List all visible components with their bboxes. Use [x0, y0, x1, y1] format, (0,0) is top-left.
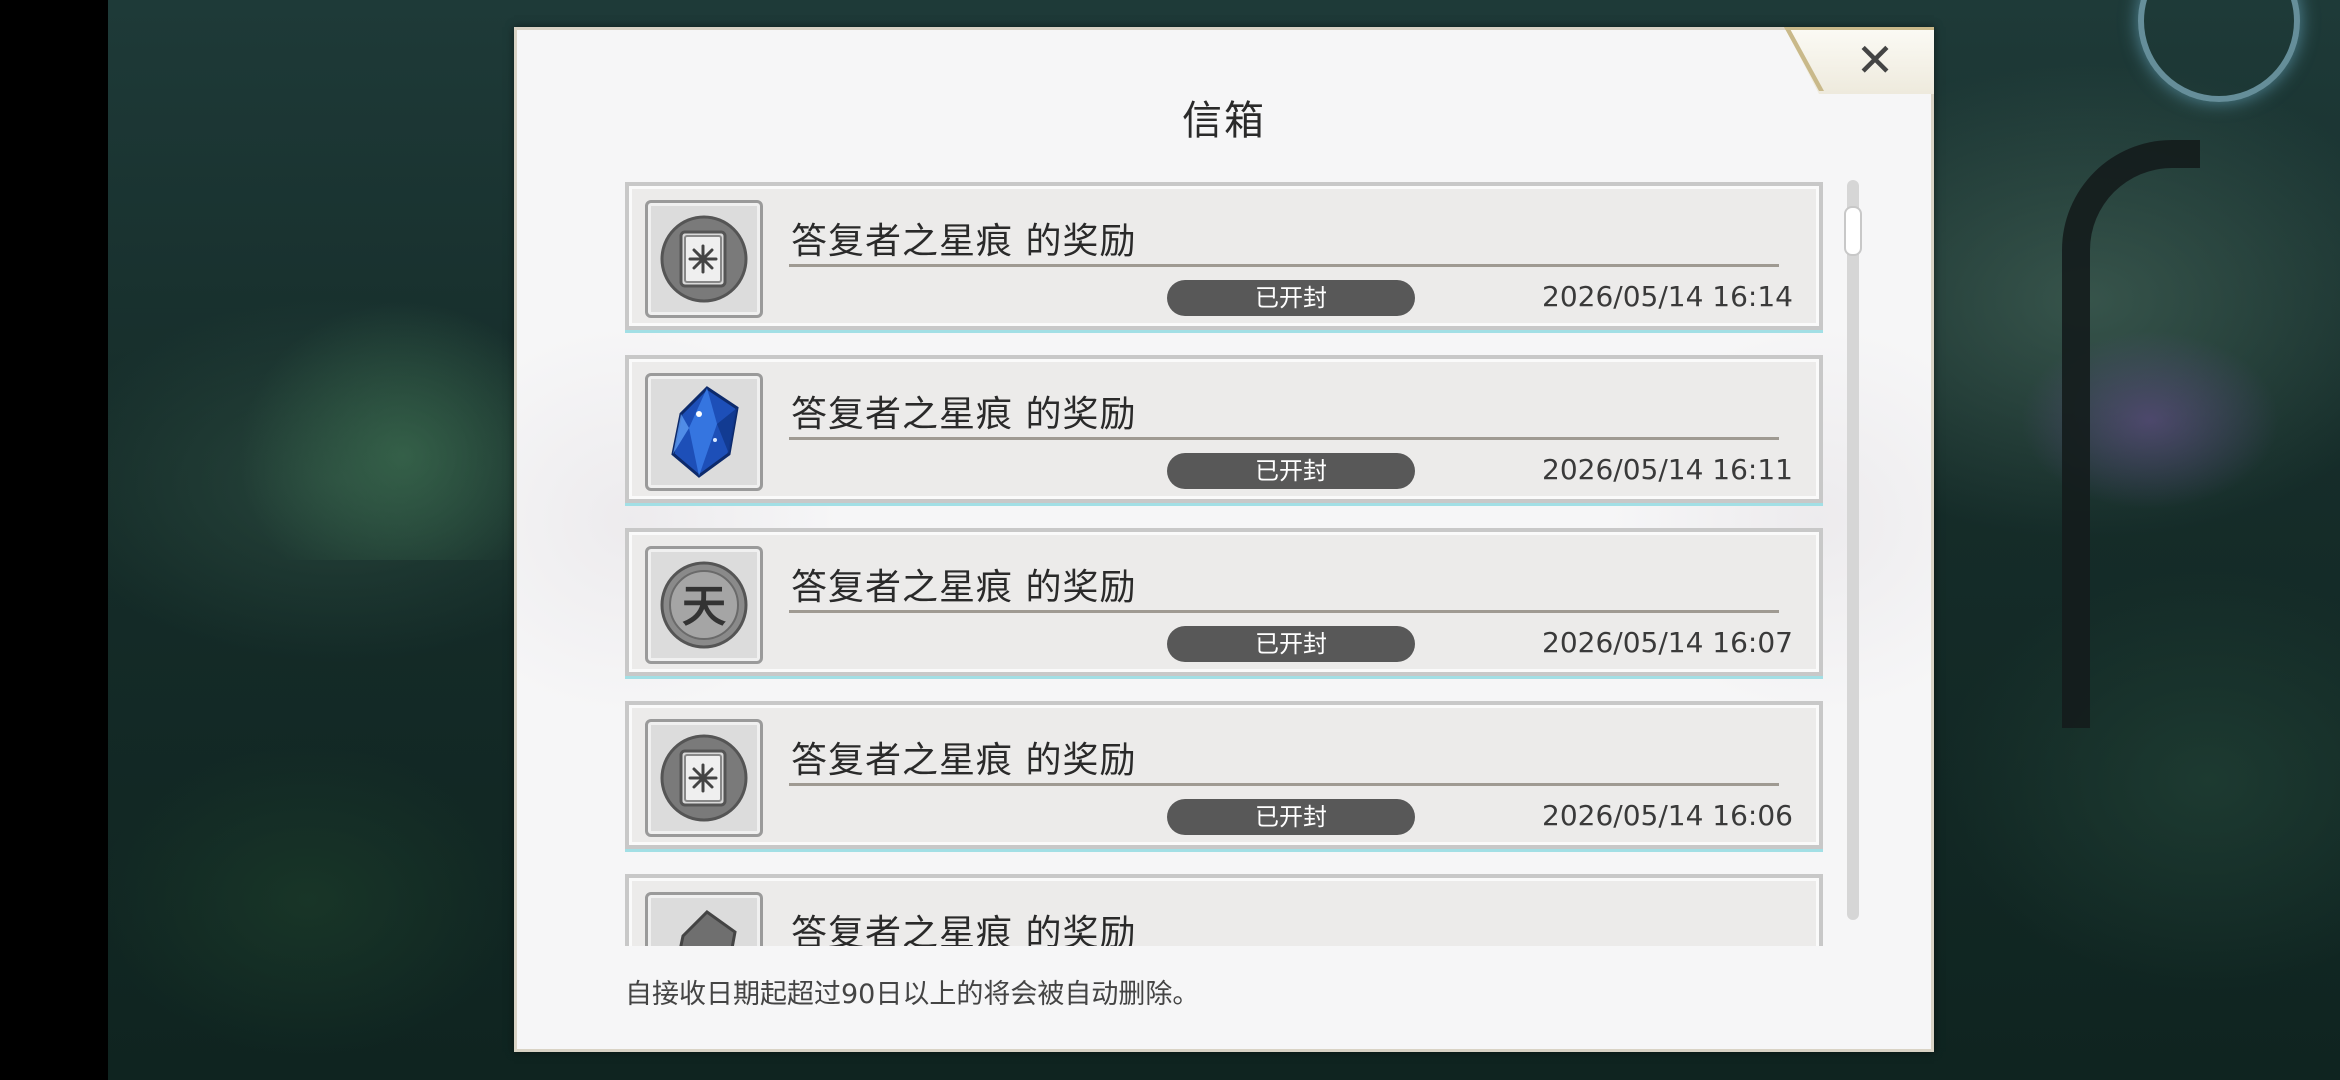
mail-title: 答复者之星痕 的奖励	[791, 913, 1137, 946]
divider	[789, 610, 1779, 613]
mail-item[interactable]: 答复者之星痕 的奖励	[625, 874, 1823, 946]
portal-ring-icon[interactable]	[2138, 0, 2300, 102]
status-badge: 已开封	[1167, 453, 1415, 489]
mail-timestamp: 2026/05/14 16:14	[1542, 280, 1793, 313]
book-icon	[645, 719, 763, 837]
scrollbar-thumb[interactable]	[1844, 206, 1862, 256]
close-icon[interactable]: ✕	[1847, 32, 1903, 88]
divider	[789, 437, 1779, 440]
mail-item[interactable]: 天 答复者之星痕 的奖励 已开封 2026/05/14 16:07	[625, 528, 1823, 679]
mail-item[interactable]: 答复者之星痕 的奖励 已开封 2026/05/14 16:14	[625, 182, 1823, 333]
status-badge: 已开封	[1167, 799, 1415, 835]
auto-delete-note: 自接收日期起超过90日以上的将会被自动删除。	[625, 979, 1200, 1010]
divider	[789, 783, 1779, 786]
mail-timestamp: 2026/05/14 16:06	[1542, 799, 1793, 832]
mail-item[interactable]: 答复者之星痕 的奖励 已开封 2026/05/14 16:11	[625, 355, 1823, 506]
status-badge: 已开封	[1167, 280, 1415, 316]
mail-list[interactable]: 答复者之星痕 的奖励 已开封 2026/05/14 16:14 答复者之星痕 的…	[625, 182, 1825, 946]
tian-coin-icon: 天	[645, 546, 763, 664]
divider	[789, 264, 1779, 267]
mail-title: 答复者之星痕 的奖励	[791, 740, 1137, 781]
blue-crystal-icon	[645, 373, 763, 491]
background-pipe	[2062, 140, 2200, 728]
scrollbar[interactable]	[1844, 180, 1862, 920]
dialog-title: 信箱	[1182, 98, 1266, 144]
mail-item[interactable]: 答复者之星痕 的奖励 已开封 2026/05/14 16:06	[625, 701, 1823, 852]
mail-timestamp: 2026/05/14 16:11	[1542, 453, 1793, 486]
mail-title: 答复者之星痕 的奖励	[791, 394, 1137, 435]
mail-title: 答复者之星痕 的奖励	[791, 221, 1137, 262]
mail-timestamp: 2026/05/14 16:07	[1542, 626, 1793, 659]
book-icon	[645, 200, 763, 318]
left-black-bar	[0, 0, 108, 1080]
mailbox-dialog: 信箱 ✕ 答复者之星痕 的奖励 已开封 2026/05/14 16:14 答复者…	[514, 27, 1934, 1052]
status-badge: 已开封	[1167, 626, 1415, 662]
tian-coin-glyph: 天	[682, 581, 726, 632]
mail-title: 答复者之星痕 的奖励	[791, 567, 1137, 608]
crystal-icon	[645, 892, 763, 946]
